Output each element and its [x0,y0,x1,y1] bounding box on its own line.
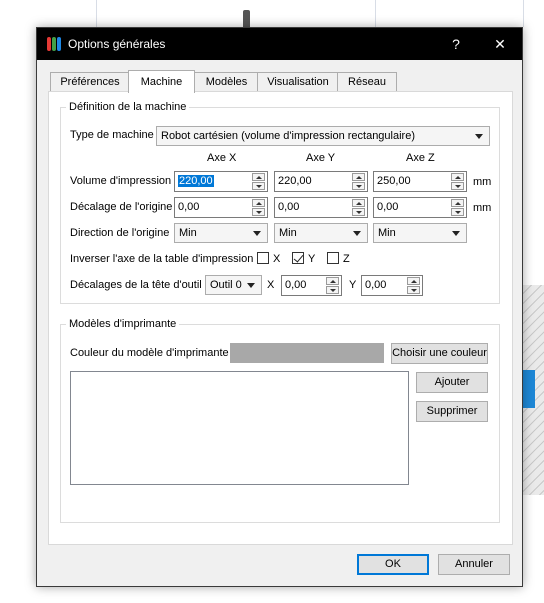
tab-visualisation[interactable]: Visualisation [257,72,339,92]
spin-down-icon[interactable] [407,286,420,294]
invert-x-label: X [273,253,281,265]
printer-models-list[interactable] [70,371,409,485]
tab-preferences[interactable]: Préférences [50,72,130,92]
spin-down-icon[interactable] [451,208,464,216]
spin-down-icon[interactable] [252,208,265,216]
offset-label: Décalage de l'origine [70,201,173,213]
head-x-label: X [267,279,275,291]
machine-type-label: Type de machine [70,129,154,141]
volume-z-input[interactable]: 250,00 [373,171,467,192]
spin-up-icon[interactable] [252,199,265,207]
window-title: Options générales [68,37,166,51]
color-label: Couleur du modèle d'imprimante [70,347,229,359]
check-icon [293,252,304,263]
options-dialog: Options générales ? ✕ Préférences Machin… [36,27,523,587]
machine-definition-group: Définition de la machine Type de machine… [60,101,500,304]
tab-models[interactable]: Modèles [194,72,259,92]
offset-x-input[interactable]: 0,00 [174,197,268,218]
cancel-button[interactable]: Annuler [438,554,510,575]
axis-y-header: Axe Y [306,152,336,164]
invert-label: Inverser l'axe de la table d'impression [70,253,254,265]
offset-z-input[interactable]: 0,00 [373,197,467,218]
remove-button[interactable]: Supprimer [416,401,488,422]
volume-unit: mm [473,176,492,188]
spin-down-icon[interactable] [352,208,365,216]
color-swatch [230,343,384,363]
volume-label: Volume d'impression [70,175,172,187]
ok-button[interactable]: OK [357,554,429,575]
spin-up-icon[interactable] [451,173,464,181]
chevron-down-icon [247,283,255,288]
chevron-down-icon [253,231,261,236]
grid-line [96,0,97,27]
printer-models-group: Modèles d'imprimante Couleur du modèle d… [60,318,500,523]
spin-up-icon[interactable] [252,173,265,181]
group-title: Définition de la machine [66,101,190,113]
invert-y-label: Y [308,253,316,265]
invert-z-label: Z [343,253,350,265]
title-bar: Options générales ? ✕ [37,28,522,60]
invert-z-checkbox[interactable] [327,252,339,264]
spin-up-icon[interactable] [451,199,464,207]
spin-down-icon[interactable] [451,182,464,190]
machine-panel: Définition de la machine Type de machine… [48,91,513,545]
offset-unit: mm [473,202,492,214]
app-icon [47,36,63,52]
group-title: Modèles d'imprimante [66,318,180,330]
direction-y-select[interactable]: Min [274,223,368,243]
tab-machine[interactable]: Machine [128,70,195,93]
printed-model [521,370,535,408]
volume-x-input[interactable]: 220,00 [174,171,268,192]
chevron-down-icon [475,134,483,139]
grid-line [375,0,376,27]
axis-x-header: Axe X [207,152,237,164]
invert-y-checkbox[interactable] [292,252,304,264]
chevron-down-icon [353,231,361,236]
direction-z-select[interactable]: Min [373,223,467,243]
tool-select[interactable]: Outil 0 [205,275,262,295]
add-button[interactable]: Ajouter [416,372,488,393]
invert-x-checkbox[interactable] [257,252,269,264]
head-x-input[interactable]: 0,00 [281,275,342,296]
grid-line [523,0,524,27]
machine-type-select[interactable]: Robot cartésien (volume d'impression rec… [156,126,490,146]
choose-color-button[interactable]: Choisir une couleur [391,343,488,364]
head-y-input[interactable]: 0,00 [361,275,423,296]
help-button[interactable]: ? [434,28,478,60]
close-button[interactable]: ✕ [478,28,522,60]
spin-up-icon[interactable] [326,277,339,285]
direction-x-select[interactable]: Min [174,223,268,243]
spin-down-icon[interactable] [326,286,339,294]
head-y-label: Y [349,279,357,291]
volume-y-input[interactable]: 220,00 [274,171,368,192]
spin-up-icon[interactable] [352,173,365,181]
axis-z-header: Axe Z [406,152,435,164]
spin-down-icon[interactable] [252,182,265,190]
head-offsets-label: Décalages de la tête d'outil [70,279,202,291]
spin-up-icon[interactable] [407,277,420,285]
direction-label: Direction de l'origine [70,227,170,239]
spin-down-icon[interactable] [352,182,365,190]
spin-up-icon[interactable] [352,199,365,207]
chevron-down-icon [452,231,460,236]
offset-y-input[interactable]: 0,00 [274,197,368,218]
tab-network[interactable]: Réseau [337,72,397,92]
